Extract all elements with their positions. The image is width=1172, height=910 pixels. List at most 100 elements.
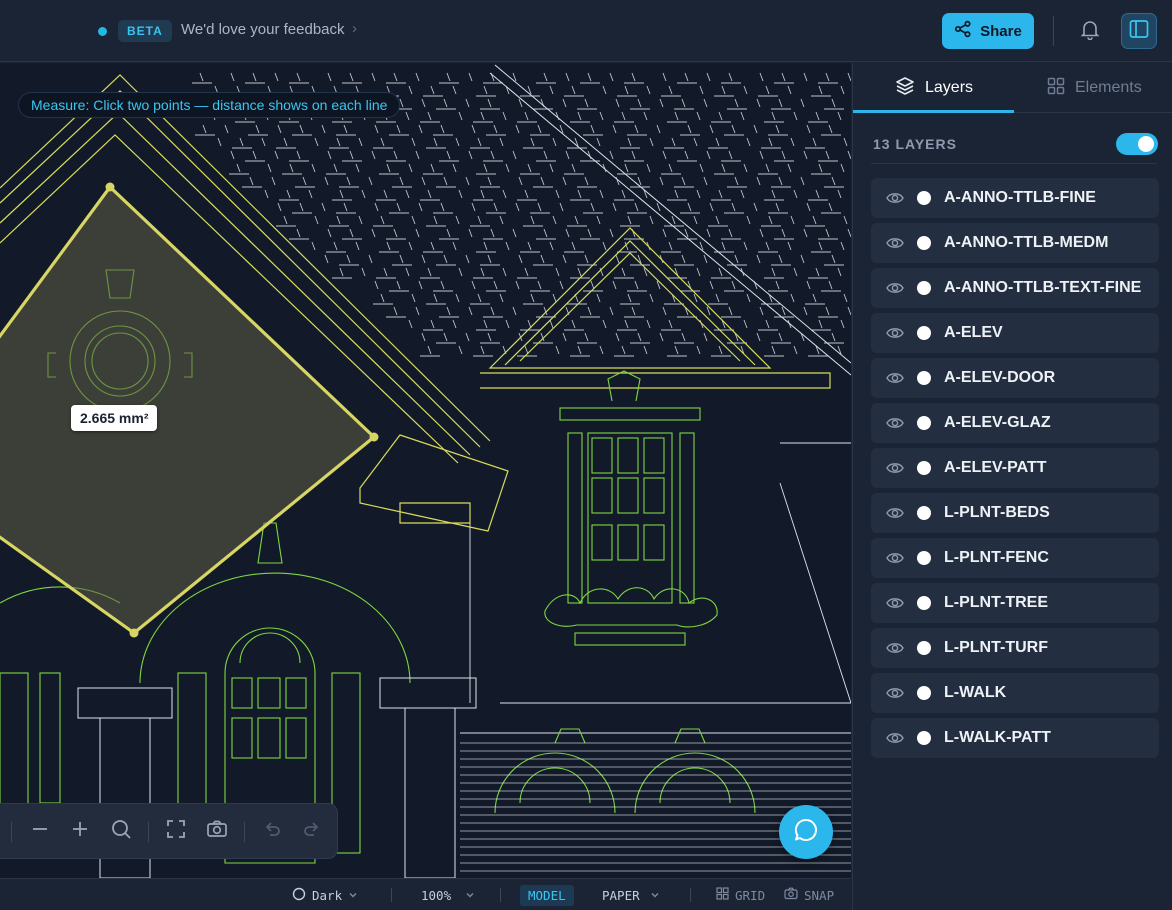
- layer-row[interactable]: L-PLNT-BEDS: [871, 493, 1159, 533]
- layer-name: A-ELEV-DOOR: [944, 369, 1056, 386]
- layer-color-swatch[interactable]: [917, 641, 931, 655]
- fit-screen-button[interactable]: [163, 818, 189, 844]
- undo-button[interactable]: [259, 818, 285, 844]
- eye-icon[interactable]: [885, 324, 905, 342]
- eye-icon[interactable]: [885, 729, 905, 747]
- layer-row[interactable]: A-ELEV: [871, 313, 1159, 353]
- redo-icon: [302, 819, 322, 844]
- bell-icon: [1079, 18, 1101, 45]
- layer-row[interactable]: A-ANNO-TTLB-TEXT-FINE: [871, 268, 1159, 308]
- eye-icon[interactable]: [885, 234, 905, 252]
- panel-toggle-icon: [1128, 18, 1150, 45]
- search-icon: [110, 818, 132, 845]
- snap-toggle[interactable]: SNAP: [784, 879, 834, 910]
- layer-row[interactable]: A-ELEV-DOOR: [871, 358, 1159, 398]
- layer-color-swatch[interactable]: [917, 371, 931, 385]
- layer-row[interactable]: A-ELEV-GLAZ: [871, 403, 1159, 443]
- chat-button[interactable]: [779, 805, 833, 859]
- layer-name: A-ANNO-TTLB-TEXT-FINE: [944, 279, 1142, 296]
- app-root: BETA We'd love your feedback › Share Mea…: [0, 0, 1172, 910]
- layer-name: L-PLNT-TURF: [944, 639, 1048, 656]
- toolbar-divider: [148, 822, 149, 842]
- layer-row[interactable]: L-PLNT-FENC: [871, 538, 1159, 578]
- layer-row[interactable]: A-ANNO-TTLB-FINE: [871, 178, 1159, 218]
- model-tab[interactable]: MODEL: [520, 879, 574, 910]
- layer-color-swatch[interactable]: [917, 506, 931, 520]
- theme-select[interactable]: Dark: [292, 879, 358, 910]
- layer-name: A-ELEV: [944, 324, 1003, 341]
- eye-icon[interactable]: [885, 369, 905, 387]
- eye-icon[interactable]: [885, 549, 905, 567]
- layer-color-swatch[interactable]: [917, 596, 931, 610]
- header-divider: [1053, 16, 1054, 46]
- layer-list: A-ANNO-TTLB-FINE A-ANNO-TTLB-MEDM A-ANNO-T…: [871, 178, 1159, 763]
- layer-color-swatch[interactable]: [917, 461, 931, 475]
- eye-icon[interactable]: [885, 594, 905, 612]
- camera-icon: [784, 887, 798, 903]
- layers-panel: Layers Elements 13 LAYERS A-ANNO-TTLB-FI…: [852, 63, 1172, 910]
- layer-row[interactable]: L-WALK: [871, 673, 1159, 713]
- status-divider: [391, 888, 392, 902]
- layer-color-swatch[interactable]: [917, 191, 931, 205]
- layer-name: L-PLNT-FENC: [944, 549, 1049, 566]
- all-layers-toggle[interactable]: [1116, 133, 1158, 155]
- redo-button[interactable]: [299, 818, 325, 844]
- snap-label: SNAP: [804, 887, 835, 903]
- paper-tab[interactable]: PAPER: [602, 879, 660, 910]
- layer-color-swatch[interactable]: [917, 731, 931, 745]
- share-label: Share: [980, 22, 1022, 40]
- layer-name: L-WALK-PATT: [944, 729, 1051, 746]
- beta-badge: BETA: [118, 20, 172, 42]
- search-button[interactable]: [108, 818, 134, 844]
- layer-row[interactable]: A-ANNO-TTLB-MEDM: [871, 223, 1159, 263]
- eye-icon[interactable]: [885, 189, 905, 207]
- eye-icon[interactable]: [885, 684, 905, 702]
- panel-toggle-button[interactable]: [1121, 13, 1157, 49]
- status-divider: [690, 888, 691, 902]
- chevron-down-icon: [465, 888, 475, 903]
- layer-color-swatch[interactable]: [917, 236, 931, 250]
- paper-label: PAPER: [602, 887, 640, 903]
- feedback-link[interactable]: We'd love your feedback: [181, 21, 345, 38]
- zoom-out-button[interactable]: [27, 818, 53, 844]
- status-divider: [500, 888, 501, 902]
- toolbar-divider: [11, 822, 12, 842]
- grid-label: GRID: [735, 887, 766, 903]
- zoom-in-button[interactable]: [67, 818, 93, 844]
- zoom-value: 100%: [421, 887, 452, 903]
- eye-icon[interactable]: [885, 504, 905, 522]
- chevron-right-icon[interactable]: ›: [352, 20, 357, 37]
- chat-bubble-icon: [792, 816, 820, 849]
- layer-row[interactable]: L-PLNT-TREE: [871, 583, 1159, 623]
- screenshot-button[interactable]: [204, 818, 230, 844]
- layer-row[interactable]: A-ELEV-PATT: [871, 448, 1159, 488]
- layers-icon: [895, 76, 915, 101]
- share-button[interactable]: Share: [942, 13, 1034, 49]
- active-tab-indicator: [853, 110, 1014, 113]
- eye-icon[interactable]: [885, 414, 905, 432]
- notifications-button[interactable]: [1076, 17, 1104, 45]
- grid-toggle[interactable]: GRID: [716, 879, 765, 910]
- layer-color-swatch[interactable]: [917, 326, 931, 340]
- layer-color-swatch[interactable]: [917, 281, 931, 295]
- eye-icon[interactable]: [885, 639, 905, 657]
- toggle-knob: [1138, 136, 1154, 152]
- tab-elements[interactable]: Elements: [1047, 63, 1142, 113]
- layer-count-row: 13 LAYERS: [873, 133, 1159, 163]
- eye-icon[interactable]: [885, 459, 905, 477]
- zoom-select[interactable]: 100%: [421, 879, 475, 910]
- zoom-in-icon: [70, 819, 90, 844]
- eye-icon[interactable]: [885, 279, 905, 297]
- layer-name: A-ELEV-GLAZ: [944, 414, 1051, 431]
- tab-layers[interactable]: Layers: [895, 63, 973, 113]
- layer-row[interactable]: L-WALK-PATT: [871, 718, 1159, 758]
- layer-row[interactable]: L-PLNT-TURF: [871, 628, 1159, 668]
- layer-color-swatch[interactable]: [917, 686, 931, 700]
- grid-icon: [1047, 77, 1065, 100]
- layer-color-swatch[interactable]: [917, 416, 931, 430]
- layer-color-swatch[interactable]: [917, 551, 931, 565]
- grid-icon: [716, 887, 729, 903]
- fit-screen-icon: [166, 819, 186, 844]
- drawing-canvas[interactable]: Measure: Click two points — distance sho…: [0, 63, 851, 878]
- measure-hint-banner: Measure: Click two points — distance sho…: [18, 92, 401, 118]
